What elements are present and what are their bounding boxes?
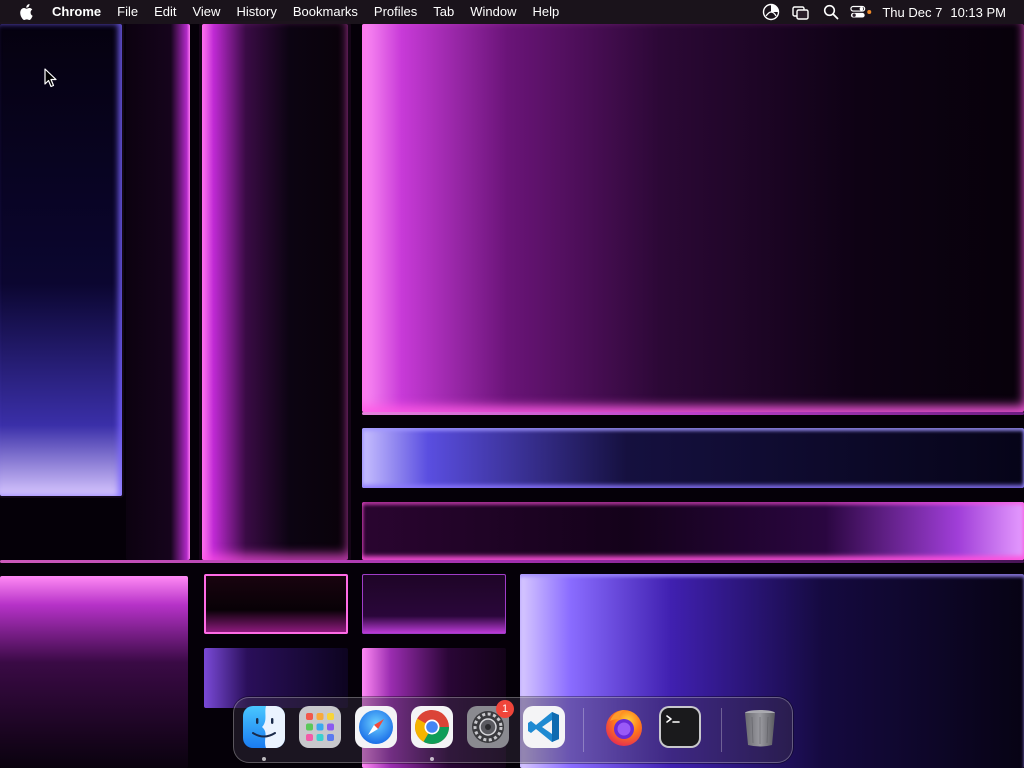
menu-bookmarks[interactable]: Bookmarks	[285, 0, 366, 24]
chrome-icon	[411, 706, 453, 748]
dock-terminal[interactable]	[658, 705, 702, 749]
wallpaper-glow	[0, 560, 1024, 563]
wallpaper-panel	[362, 574, 506, 634]
dock-separator	[583, 708, 584, 752]
desktop-wallpaper	[0, 0, 1024, 768]
menu-history[interactable]: History	[228, 0, 284, 24]
terminal-icon	[659, 706, 701, 748]
launchpad-icon	[299, 706, 341, 748]
control-center-icon[interactable]	[850, 0, 872, 24]
menu-view[interactable]: View	[184, 0, 228, 24]
firefox-icon	[606, 710, 642, 746]
dock-trash[interactable]	[738, 705, 782, 749]
menu-file[interactable]: File	[109, 0, 146, 24]
wallpaper-panel	[204, 574, 348, 634]
notification-badge: 1	[496, 700, 514, 718]
menu-bar: Chrome File Edit View History Bookmarks …	[0, 0, 1024, 24]
menu-app-name[interactable]: Chrome	[46, 0, 109, 24]
search-icon[interactable]	[820, 0, 842, 24]
dock-separator	[721, 708, 722, 752]
vscode-icon	[523, 706, 565, 748]
trash-icon	[745, 710, 775, 747]
apple-icon[interactable]	[16, 0, 36, 24]
running-indicator	[430, 757, 434, 761]
menu-bar-right: Thu Dec 7 10:13 PM	[756, 0, 1024, 24]
finder-icon	[243, 706, 285, 748]
wallpaper-panel	[0, 576, 188, 768]
clock-date: Thu Dec 7	[882, 4, 943, 20]
wallpaper-panel	[362, 428, 1024, 488]
menu-window[interactable]: Window	[462, 0, 524, 24]
dock: 1	[233, 697, 793, 763]
menu-help[interactable]: Help	[525, 0, 568, 24]
dock-vscode[interactable]	[522, 705, 566, 749]
wallpaper-glow	[362, 412, 1024, 415]
wallpaper-panel	[0, 24, 122, 496]
screen-time-icon[interactable]	[760, 0, 782, 24]
dock-finder[interactable]	[242, 705, 286, 749]
menu-edit[interactable]: Edit	[146, 0, 184, 24]
wallpaper-panel	[202, 24, 348, 560]
dock-chrome[interactable]	[410, 705, 454, 749]
dock-launchpad[interactable]	[298, 705, 342, 749]
safari-icon	[355, 706, 397, 748]
mouse-cursor-icon	[44, 68, 58, 88]
dock-firefox[interactable]	[602, 705, 646, 749]
menu-tab[interactable]: Tab	[425, 0, 462, 24]
screen-mirroring-icon[interactable]	[790, 0, 812, 24]
clock-time: 10:13 PM	[950, 4, 1006, 20]
wallpaper-panel	[126, 24, 190, 560]
wallpaper-panel	[362, 24, 1024, 412]
menu-profiles[interactable]: Profiles	[366, 0, 425, 24]
menu-bar-left: Chrome File Edit View History Bookmarks …	[0, 0, 567, 24]
dock-safari[interactable]	[354, 705, 398, 749]
running-indicator	[262, 757, 266, 761]
menu-bar-clock[interactable]: Thu Dec 7 10:13 PM	[876, 5, 1024, 20]
wallpaper-panel	[362, 502, 1024, 560]
